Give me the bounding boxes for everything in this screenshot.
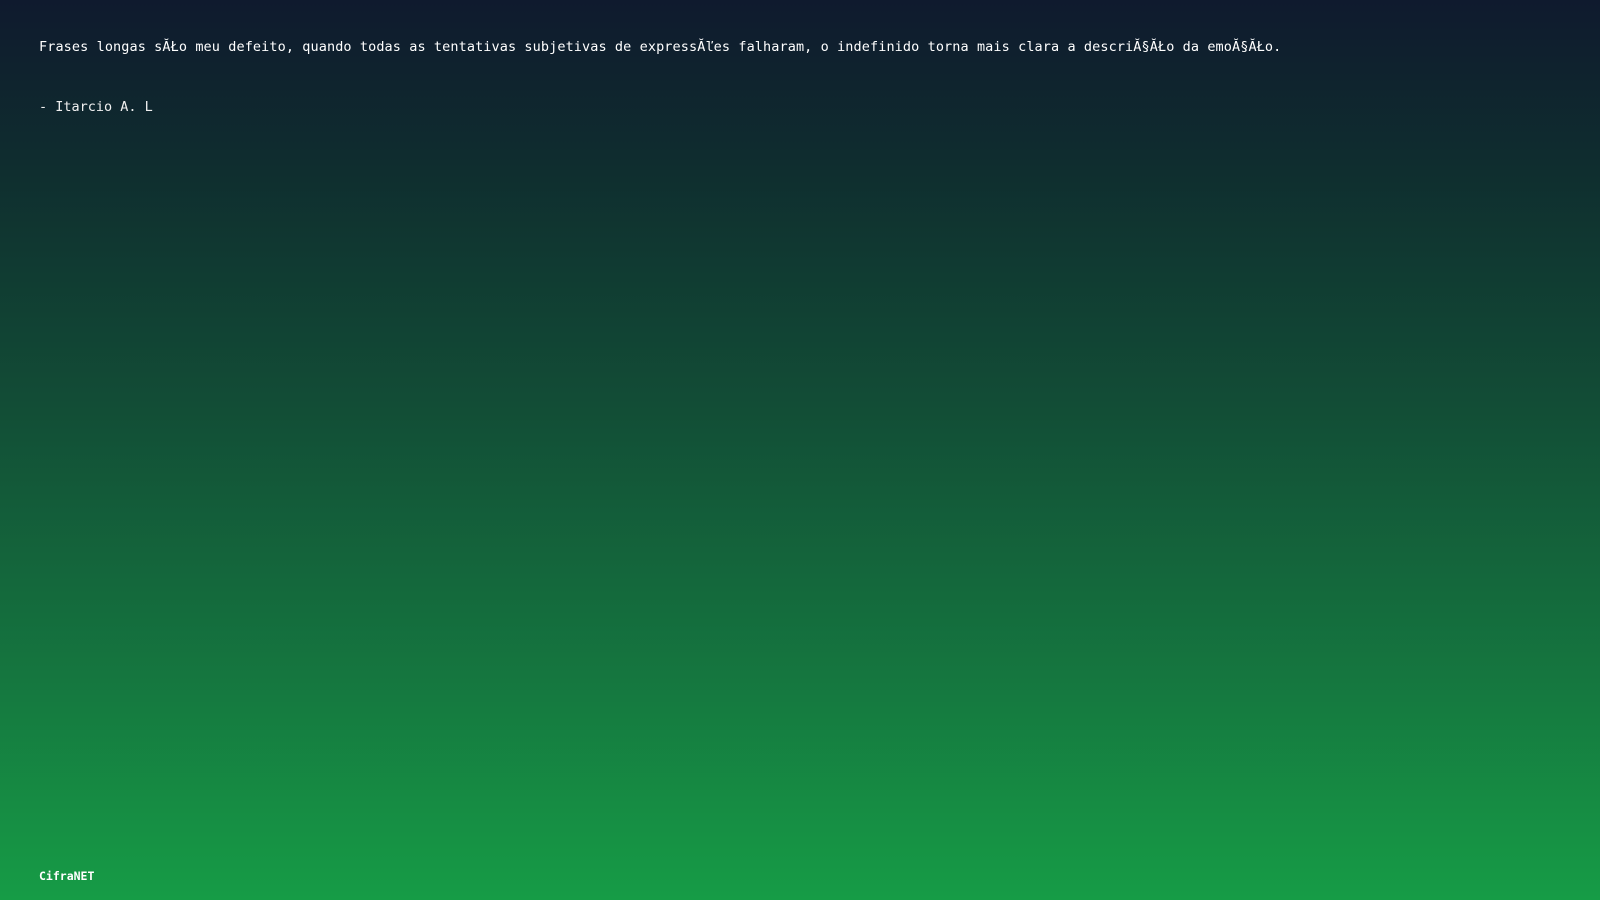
brand-label: CifraNET [39, 869, 95, 883]
quote-author: - Itarcio A. L [39, 99, 153, 115]
quote-page: Frases longas sĂŁo meu defeito, quando t… [0, 0, 1600, 900]
quote-text: Frases longas sĂŁo meu defeito, quando t… [39, 39, 1282, 55]
